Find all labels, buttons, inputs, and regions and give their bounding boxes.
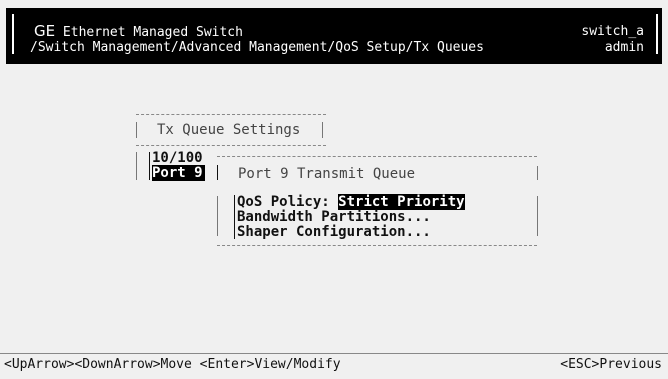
settings-title: Tx Queue Settings	[157, 122, 301, 138]
settings-box-right-border	[322, 122, 323, 138]
header-right-border	[656, 14, 658, 54]
queue-panel-right-border-lower	[537, 196, 538, 236]
menu-left-border	[234, 195, 235, 239]
hostname: switch_a	[581, 24, 644, 39]
qos-policy-item[interactable]: QoS Policy: Strict Priority	[237, 194, 465, 210]
queue-panel-left-border-lower	[217, 196, 218, 236]
port-list-item-port-9[interactable]: Port 9	[152, 165, 205, 181]
app-title: GE Ethernet Managed Switch	[34, 22, 243, 41]
settings-box-left-border	[136, 122, 137, 138]
bandwidth-partitions-item[interactable]: Bandwidth Partitions...	[237, 209, 431, 225]
footer-key-hints: <UpArrow><DownArrow>Move <Enter>View/Mod…	[4, 357, 341, 372]
footer-bar: <UpArrow><DownArrow>Move <Enter>View/Mod…	[0, 353, 668, 374]
port-list-inner-border	[149, 152, 150, 180]
terminal-screen: GE Ethernet Managed Switch /Switch Manag…	[0, 0, 668, 379]
current-user: admin	[604, 40, 644, 55]
qos-policy-label: QoS Policy:	[237, 194, 339, 210]
port-list-item-10-100[interactable]: 10/100	[152, 150, 203, 166]
footer-esc-previous[interactable]: <ESC>Previous	[560, 357, 662, 372]
qos-policy-value[interactable]: Strict Priority	[338, 194, 465, 210]
brand-logo: GE	[34, 22, 56, 40]
queue-panel-title: Port 9 Transmit Queue	[238, 166, 416, 182]
header-left-border	[12, 14, 14, 54]
port-list-left-border	[136, 152, 137, 180]
breadcrumb: /Switch Management/Advanced Management/Q…	[30, 40, 484, 55]
queue-panel-right-border	[537, 166, 538, 180]
app-title-text: Ethernet Managed Switch	[55, 25, 243, 40]
shaper-configuration-item[interactable]: Shaper Configuration...	[237, 224, 431, 240]
